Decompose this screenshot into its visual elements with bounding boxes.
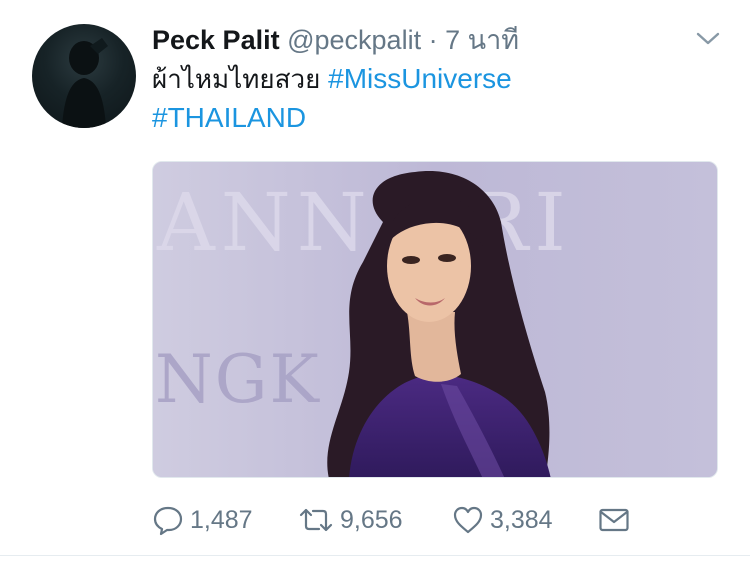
- tweet-body: ผ้าไหมไทยสวย: [152, 65, 321, 95]
- heart-icon: [453, 506, 483, 534]
- tweet-text: ผ้าไหมไทยสวย #MissUniverse #THAILAND: [152, 60, 712, 137]
- hashtag-thailand[interactable]: #THAILAND: [152, 102, 306, 133]
- like-count: 3,384: [490, 505, 553, 534]
- retweet-button[interactable]: 9,656: [298, 498, 403, 542]
- backdrop-text-top: ANNA RI: [156, 176, 572, 269]
- reply-count: 1,487: [190, 505, 253, 534]
- reply-button[interactable]: 1,487: [152, 498, 253, 542]
- timestamp[interactable]: 7 นาที: [445, 25, 519, 55]
- reply-icon: [153, 506, 183, 536]
- avatar[interactable]: [32, 24, 136, 128]
- tweet-actions: 1,487 9,656 3,384: [152, 498, 712, 542]
- author-name[interactable]: Peck Palit: [152, 25, 280, 55]
- author-handle[interactable]: @peckpalit: [287, 25, 421, 55]
- direct-message-button[interactable]: [598, 498, 630, 542]
- avatar-image: [62, 38, 108, 128]
- tweet-photo[interactable]: ANNA RI NGK: [152, 161, 718, 478]
- chevron-down-icon[interactable]: [694, 26, 722, 50]
- envelope-icon: [599, 508, 629, 532]
- header-separator: ·: [428, 25, 438, 55]
- divider: [0, 555, 750, 556]
- tweet-header: Peck Palit @peckpalit · 7 นาที: [152, 20, 680, 60]
- like-button[interactable]: 3,384: [452, 498, 553, 542]
- retweet-icon: [299, 508, 333, 532]
- backdrop-text-bottom: NGK: [155, 341, 321, 418]
- tweet[interactable]: Peck Palit @peckpalit · 7 นาที ผ้าไหมไทย…: [0, 0, 750, 564]
- hashtag-missuniverse[interactable]: #MissUniverse: [328, 63, 512, 94]
- retweet-count: 9,656: [340, 505, 403, 534]
